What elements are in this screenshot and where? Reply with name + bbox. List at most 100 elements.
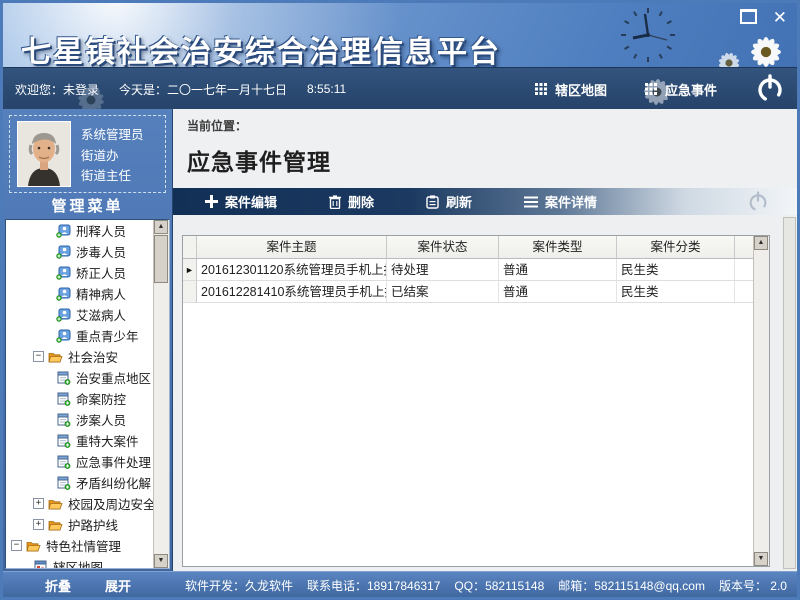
case-details-label: 案件详情: [545, 192, 597, 211]
tree-item[interactable]: 精神病人: [6, 283, 154, 304]
table-body: ►201612301120系统管理员手机上报待处理普通民生类2016122814…: [183, 259, 753, 303]
close-button[interactable]: ✕: [773, 11, 787, 25]
refresh-label: 刷新: [446, 192, 472, 211]
tree-scrollbar[interactable]: ▲ ▼: [153, 220, 169, 568]
scroll-up-icon[interactable]: ▲: [154, 220, 168, 234]
column-header[interactable]: 案件状态: [387, 236, 499, 258]
form-icon: [56, 476, 71, 490]
filler-cell: [735, 259, 753, 281]
map-report-icon: [33, 560, 48, 569]
tree-item[interactable]: 刑释人员: [6, 220, 154, 241]
column-header[interactable]: 案件主题: [197, 236, 387, 258]
refresh-button[interactable]: 刷新: [426, 192, 472, 211]
collapse-tree-button[interactable]: 折叠: [45, 576, 71, 595]
expand-tree-button[interactable]: 展开: [105, 576, 131, 595]
tree-item[interactable]: 矛盾纠纷化解: [6, 472, 154, 493]
tree-item[interactable]: 命案防控: [6, 388, 154, 409]
tree-item-label: 特色社情管理: [46, 536, 121, 555]
email-text: 邮箱：582115148@qq.com: [558, 577, 705, 594]
date-text: 今天是：二〇一七年一月十七日: [119, 81, 287, 98]
tree-item[interactable]: 艾滋病人: [6, 304, 154, 325]
tree-item-label: 涉案人员: [76, 410, 126, 429]
plus-icon: [205, 195, 218, 208]
filler-cell: [735, 281, 753, 303]
form-icon: [56, 413, 71, 427]
tree-item-label: 治安重点地区: [76, 368, 151, 387]
tree-item[interactable]: 辖区地图: [6, 556, 154, 568]
filler-column-header: [735, 236, 753, 258]
expand-toggle-icon[interactable]: +: [33, 519, 44, 530]
scroll-down-icon[interactable]: ▼: [154, 554, 168, 568]
table-cell: 民生类: [617, 281, 735, 303]
form-icon: [56, 392, 71, 406]
tree-item[interactable]: + 校园及周边安全: [6, 493, 154, 514]
tree-item[interactable]: + 护路护线: [6, 514, 154, 535]
expand-toggle-icon[interactable]: +: [33, 498, 44, 509]
column-header[interactable]: 案件类型: [499, 236, 617, 258]
collapse-toggle-icon[interactable]: −: [11, 540, 22, 551]
delete-button[interactable]: 删除: [329, 192, 374, 211]
breadcrumb: 当前位置：: [187, 117, 783, 134]
district-map-button[interactable]: 辖区地图: [535, 80, 607, 99]
tree-item[interactable]: 涉案人员: [6, 409, 154, 430]
person-icon: [56, 329, 71, 343]
tree-item[interactable]: 涉毒人员: [6, 241, 154, 262]
grid-icon: [645, 83, 657, 95]
scroll-up-icon[interactable]: ▲: [754, 236, 768, 250]
tree-item[interactable]: 治安重点地区: [6, 367, 154, 388]
collapse-toggle-icon[interactable]: −: [33, 351, 44, 362]
tree-item-label: 涉毒人员: [76, 242, 126, 261]
table-cell: 普通: [499, 281, 617, 303]
daisy-decoration: [713, 47, 745, 67]
delete-label: 删除: [348, 192, 374, 211]
time-text: 8:55:11: [307, 82, 346, 96]
table-scrollbar[interactable]: ▲ ▼: [753, 236, 769, 566]
power-icon[interactable]: [755, 74, 785, 104]
tree-item[interactable]: − 特色社情管理: [6, 535, 154, 556]
tree-item-label: 矛盾纠纷化解: [76, 473, 151, 492]
person-icon: [56, 308, 71, 322]
tree-item[interactable]: − 社会治安: [6, 346, 154, 367]
tree-item-label: 社会治安: [68, 347, 118, 366]
form-icon: [56, 371, 71, 385]
content-area: 案件主题案件状态案件类型案件分类 ►201612301120系统管理员手机上报待…: [173, 215, 797, 571]
form-icon: [56, 434, 71, 448]
toolbar-power-icon[interactable]: [747, 191, 769, 213]
scroll-down-icon[interactable]: ▼: [754, 552, 768, 566]
tree-item[interactable]: 应急事件处理: [6, 451, 154, 472]
case-details-button[interactable]: 案件详情: [524, 192, 597, 211]
tree-item-label: 刑释人员: [76, 221, 126, 240]
scroll-thumb[interactable]: [154, 235, 168, 283]
tree-item-label: 校园及周边安全: [68, 494, 154, 513]
table-header-row: 案件主题案件状态案件类型案件分类: [183, 236, 753, 259]
selector-column-header: [183, 236, 197, 258]
table-cell: 已结案: [387, 281, 499, 303]
tree-item-label: 重特大案件: [76, 431, 139, 450]
tree-item[interactable]: 重特大案件: [6, 430, 154, 451]
open-folder-icon: [48, 497, 63, 511]
case-edit-button[interactable]: 案件编辑: [205, 192, 277, 211]
sidebar: 系统管理员 街道办 街道主任 管理菜单 刑释人员 涉毒人员 矫正人员: [3, 109, 173, 571]
table-row[interactable]: ►201612301120系统管理员手机上报待处理普通民生类: [183, 259, 753, 281]
tree-item[interactable]: 矫正人员: [6, 262, 154, 283]
phone-text: 联系电话：18917846317: [307, 577, 440, 594]
grid-icon: [535, 83, 547, 95]
welcome-text: 欢迎您：未登录: [15, 81, 99, 98]
tree-item-label: 应急事件处理: [76, 452, 151, 471]
emergency-events-button[interactable]: 应急事件: [645, 80, 717, 99]
tree-item-label: 精神病人: [76, 284, 126, 303]
details-icon: [524, 196, 538, 208]
district-map-label: 辖区地图: [555, 80, 607, 99]
page-title: 应急事件管理: [187, 143, 783, 177]
panel-scroll-track: [783, 217, 796, 569]
maximize-button[interactable]: [740, 9, 757, 27]
column-header[interactable]: 案件分类: [617, 236, 735, 258]
table-row[interactable]: 201612281410系统管理员手机上报已结案普通民生类: [183, 281, 753, 303]
menu-header: 管理菜单: [3, 195, 172, 219]
user-org: 街道办: [81, 145, 144, 164]
menu-tree: 刑释人员 涉毒人员 矫正人员 精神病人 艾滋病人: [6, 220, 154, 568]
tree-item[interactable]: 重点青少年: [6, 325, 154, 346]
menu-tree-panel: 刑释人员 涉毒人员 矫正人员 精神病人 艾滋病人: [5, 219, 170, 569]
version-text: 版本号： 2.0: [719, 577, 787, 594]
open-folder-icon: [26, 539, 41, 553]
